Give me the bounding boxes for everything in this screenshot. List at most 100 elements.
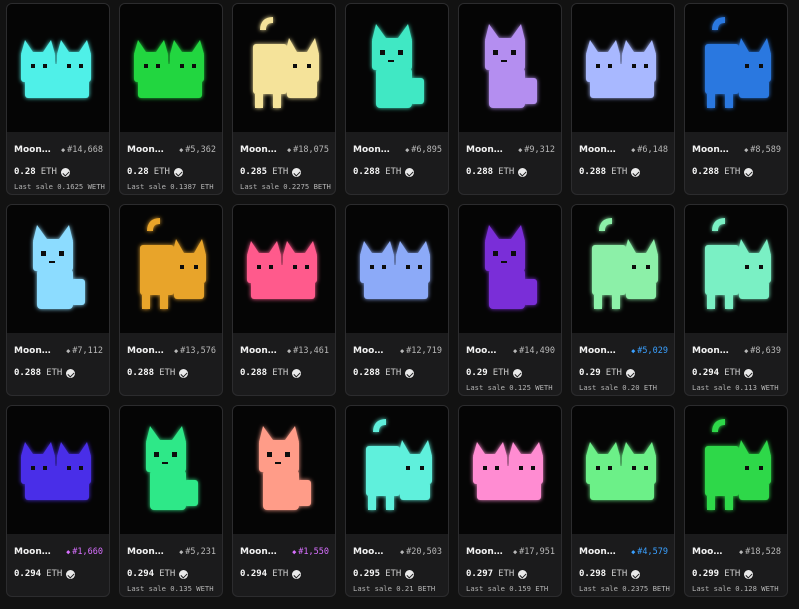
collection-name: Moon… bbox=[466, 145, 503, 155]
nft-card[interactable]: Moon… ◆ #5,231 0.294 ETH Last sale 0.135 … bbox=[119, 405, 223, 597]
verified-icon bbox=[625, 368, 635, 378]
currency-label: ETH bbox=[385, 569, 402, 579]
nft-image[interactable] bbox=[7, 4, 109, 132]
price-row: 0.288 ETH bbox=[240, 368, 302, 378]
last-sale: Last sale 0.159 ETH bbox=[466, 584, 549, 593]
last-sale: Last sale 0.2275 BETH bbox=[240, 182, 331, 191]
nft-card[interactable]: Moon… ◆ #13,461 0.288 ETH bbox=[232, 204, 336, 396]
verified-icon bbox=[518, 167, 528, 177]
token-id: ◆ #9,312 bbox=[518, 145, 555, 155]
token-id: ◆ #13,576 bbox=[174, 346, 216, 356]
nft-image[interactable] bbox=[459, 205, 561, 333]
nft-image[interactable] bbox=[572, 406, 674, 534]
token-id: ◆ #14,490 bbox=[513, 346, 555, 356]
currency-label: ETH bbox=[724, 167, 741, 177]
token-id: ◆ #6,895 bbox=[405, 145, 442, 155]
diamond-icon: ◆ bbox=[512, 347, 518, 355]
price-row: 0.294 ETH bbox=[692, 368, 754, 378]
currency-label: ETH bbox=[492, 368, 509, 378]
collection-name: Moon… bbox=[692, 346, 729, 356]
price-value: 0.29 bbox=[466, 368, 488, 378]
diamond-icon: ◆ bbox=[744, 146, 749, 154]
nft-image[interactable] bbox=[120, 4, 222, 132]
price-value: 0.299 bbox=[692, 569, 720, 579]
nft-image[interactable] bbox=[7, 205, 109, 333]
token-id: ◆ #7,112 bbox=[66, 346, 103, 356]
nft-image[interactable] bbox=[233, 406, 335, 534]
diamond-icon: ◆ bbox=[292, 548, 297, 556]
verified-icon bbox=[744, 368, 754, 378]
nft-card[interactable]: Moon… ◆ #1,550 0.294 ETH bbox=[232, 405, 336, 597]
nft-card[interactable]: Moon… ◆ #6,148 0.288 ETH bbox=[571, 3, 675, 195]
nft-image[interactable] bbox=[572, 205, 674, 333]
nft-card[interactable]: Moon… ◆ #14,668 0.28 ETH Last sale 0.1625… bbox=[6, 3, 110, 195]
nft-image[interactable] bbox=[346, 4, 448, 132]
nft-image[interactable] bbox=[7, 406, 109, 534]
diamond-icon: ◆ bbox=[631, 548, 636, 556]
nft-image[interactable] bbox=[120, 205, 222, 333]
verified-icon bbox=[60, 167, 70, 177]
nft-card[interactable]: Moon… ◆ #13,576 0.288 ETH bbox=[119, 204, 223, 396]
nft-card[interactable]: Moo… ◆ #14,490 0.29 ETH Last sale 0.125 W… bbox=[458, 204, 562, 396]
nft-card[interactable]: Moon… ◆ #1,660 0.294 ETH bbox=[6, 405, 110, 597]
nft-card[interactable]: Moon… ◆ #5,029 0.29 ETH Last sale 0.20 ET… bbox=[571, 204, 675, 396]
token-id-text: #6,148 bbox=[637, 145, 668, 155]
nft-card[interactable]: Moon… ◆ #4,579 0.298 ETH Last sale 0.2375… bbox=[571, 405, 675, 597]
nft-image[interactable] bbox=[459, 4, 561, 132]
collection-name: Moon… bbox=[579, 145, 616, 155]
price-row: 0.288 ETH bbox=[353, 368, 415, 378]
nft-image[interactable] bbox=[233, 205, 335, 333]
nft-image[interactable] bbox=[346, 205, 448, 333]
nft-image[interactable] bbox=[459, 406, 561, 534]
price-value: 0.28 bbox=[14, 167, 36, 177]
nft-image[interactable] bbox=[685, 406, 787, 534]
token-id-text: #8,589 bbox=[750, 145, 781, 155]
token-id-text: #14,668 bbox=[67, 145, 103, 155]
token-id-text: #13,461 bbox=[293, 346, 329, 356]
verified-icon bbox=[173, 167, 183, 177]
nft-image[interactable] bbox=[120, 406, 222, 534]
verified-icon bbox=[66, 368, 76, 378]
nft-card[interactable]: Moo… ◆ #12,719 0.288 ETH bbox=[345, 204, 449, 396]
nft-card[interactable]: Moon… ◆ #18,075 0.285 ETH Last sale 0.227… bbox=[232, 3, 336, 195]
nft-card[interactable]: Moon… ◆ #9,312 0.288 ETH bbox=[458, 3, 562, 195]
nft-image[interactable] bbox=[233, 4, 335, 132]
nft-image[interactable] bbox=[685, 4, 787, 132]
token-id-text: #13,576 bbox=[180, 346, 216, 356]
currency-label: ETH bbox=[272, 368, 289, 378]
nft-card[interactable]: Moon… ◆ #17,951 0.297 ETH Last sale 0.159… bbox=[458, 405, 562, 597]
price-value: 0.288 bbox=[353, 368, 381, 378]
diamond-icon: ◆ bbox=[631, 146, 636, 154]
nft-card[interactable]: Moon… ◆ #7,112 0.288 ETH bbox=[6, 204, 110, 396]
collection-name: Moo… bbox=[353, 547, 384, 557]
token-id: ◆ #13,461 bbox=[287, 346, 329, 356]
nft-image[interactable] bbox=[346, 406, 448, 534]
collection-name: Moon… bbox=[14, 547, 51, 557]
nft-card[interactable]: Moo… ◆ #20,503 0.295 ETH Last sale 0.21 B… bbox=[345, 405, 449, 597]
token-id-text: #14,490 bbox=[519, 346, 555, 356]
collection-name: Moon… bbox=[127, 145, 164, 155]
price-value: 0.294 bbox=[127, 569, 155, 579]
nft-card[interactable]: Moon… ◆ #8,589 0.288 ETH bbox=[684, 3, 788, 195]
price-row: 0.288 ETH bbox=[579, 167, 641, 177]
price-value: 0.295 bbox=[353, 569, 381, 579]
price-row: 0.294 ETH bbox=[14, 569, 76, 579]
price-value: 0.297 bbox=[466, 569, 494, 579]
nft-image[interactable] bbox=[685, 205, 787, 333]
nft-card[interactable]: Moon… ◆ #6,895 0.288 ETH bbox=[345, 3, 449, 195]
token-id: ◆ #5,231 bbox=[179, 547, 216, 557]
nft-card[interactable]: Moon… ◆ #5,362 0.28 ETH Last sale 0.1387 … bbox=[119, 3, 223, 195]
last-sale: Last sale 0.135 WETH bbox=[127, 584, 214, 593]
nft-image[interactable] bbox=[572, 4, 674, 132]
token-id-text: #5,362 bbox=[185, 145, 216, 155]
token-id: ◆ #20,503 bbox=[400, 547, 442, 557]
token-id-text: #6,895 bbox=[411, 145, 442, 155]
nft-card[interactable]: Moo… ◆ #18,528 0.299 ETH Last sale 0.128 … bbox=[684, 405, 788, 597]
diamond-icon: ◆ bbox=[66, 347, 71, 355]
token-id: ◆ #1,660 bbox=[66, 547, 103, 557]
collection-name: Moon… bbox=[240, 547, 277, 557]
nft-card[interactable]: Moon… ◆ #8,639 0.294 ETH Last sale 0.113 … bbox=[684, 204, 788, 396]
token-id: ◆ #5,029 bbox=[631, 346, 668, 356]
verified-icon bbox=[292, 368, 302, 378]
last-sale: Last sale 0.125 WETH bbox=[466, 383, 553, 392]
